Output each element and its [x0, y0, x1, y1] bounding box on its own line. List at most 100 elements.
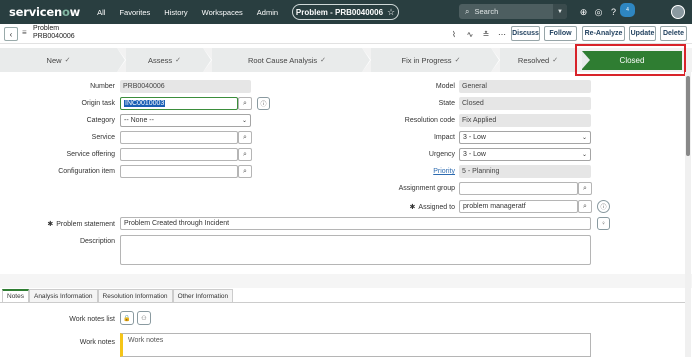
resolution-code-label: Resolution code — [404, 117, 455, 124]
problem-statement-field[interactable]: Problem Created through Incident — [120, 217, 591, 230]
record-pill-label: Problem - PRB0040006 — [295, 7, 384, 17]
service-field[interactable] — [120, 131, 238, 144]
search-icon[interactable]: ⌕ — [578, 200, 592, 213]
more-icon[interactable]: ⋯ — [494, 28, 510, 40]
tab-underline — [0, 302, 686, 303]
configuration-item-label: Configuration item — [58, 168, 115, 175]
search-icon[interactable]: ⌕ — [238, 148, 252, 161]
nav-icons: ⊕ ◎ ? ♫4 — [576, 3, 636, 19]
header-icons: ⌇ ∿ ≛ ⋯ — [446, 28, 510, 40]
service-label: Service — [91, 134, 115, 141]
menu-icon[interactable]: ≡ — [22, 28, 27, 37]
follow-button[interactable]: Follow — [544, 26, 577, 41]
chevron-down-icon: ⌄ — [581, 135, 587, 141]
origin-task-value: INC0010003 — [124, 100, 166, 107]
priority-label[interactable]: Priority — [380, 168, 455, 175]
model-field: General — [459, 80, 591, 93]
record-type: Problem — [33, 25, 60, 32]
back-button[interactable]: ‹ — [4, 27, 18, 41]
chevron-down-icon[interactable]: ▼ — [553, 4, 567, 19]
nav-admin[interactable]: Admin — [257, 8, 278, 17]
urgency-select[interactable]: 3 - Low ⌄ — [459, 148, 591, 161]
search-icon[interactable]: ⌕ — [238, 131, 252, 144]
avatar[interactable] — [671, 5, 685, 19]
search-icon[interactable]: ⌕ — [238, 97, 252, 110]
required-icon: ✱ — [47, 221, 54, 228]
help-icon[interactable]: ? — [606, 5, 621, 19]
work-notes-list-label: Work notes list — [69, 316, 115, 323]
delete-button[interactable]: Delete — [660, 26, 687, 41]
record-context-pill[interactable]: Problem - PRB0040006 ☆ — [292, 4, 399, 20]
service-offering-field[interactable] — [120, 148, 238, 161]
reanalyze-button[interactable]: Re-Analyze — [582, 26, 625, 41]
urgency-label: Urgency — [428, 151, 455, 158]
servicenow-logo[interactable]: servicenow — [9, 5, 80, 19]
paperclip-icon[interactable]: ⌇ — [446, 28, 462, 40]
lightbulb-icon[interactable]: ♀ — [597, 217, 610, 230]
search-icon[interactable]: ⌕ — [238, 165, 252, 178]
nav-all[interactable]: All — [97, 8, 105, 17]
star-icon[interactable]: ☆ — [387, 7, 395, 18]
search-placeholder: Search — [474, 7, 499, 16]
global-search[interactable]: ⌕ Search ▼ — [459, 4, 567, 19]
stage-label: Resolved — [517, 55, 550, 65]
model-label: Model — [435, 83, 455, 90]
nav-favorites[interactable]: Favorites — [119, 8, 150, 17]
search-icon[interactable]: ⌕ — [578, 182, 592, 195]
check-icon: ✓ — [64, 57, 71, 64]
update-button[interactable]: Update — [629, 26, 656, 41]
add-users-icon[interactable]: ⚇ — [137, 311, 151, 325]
info-icon[interactable]: ⓘ — [257, 97, 270, 110]
info-icon[interactable]: ⓘ — [597, 200, 610, 213]
assignment-group-field[interactable] — [459, 182, 578, 195]
nav-history[interactable]: History — [164, 8, 187, 17]
scope-icon[interactable]: ◎ — [591, 5, 606, 19]
section-tabs: Notes Analysis Information Resolution In… — [2, 289, 234, 302]
sliders-icon[interactable]: ≛ — [478, 28, 494, 40]
bell-icon[interactable]: ♫4 — [620, 3, 636, 19]
configuration-item-field[interactable] — [120, 165, 238, 178]
category-value: -- None -- — [124, 117, 154, 124]
urgency-value: 3 - Low — [463, 151, 486, 158]
impact-label: Impact — [433, 134, 455, 141]
nav-workspaces[interactable]: Workspaces — [202, 8, 243, 17]
work-notes-label: Work notes — [79, 339, 115, 346]
category-select[interactable]: -- None -- ⌄ — [120, 114, 251, 127]
search-icon: ⌕ — [465, 6, 470, 16]
impact-select[interactable]: 3 - Low ⌄ — [459, 131, 591, 144]
state-label: State — [438, 100, 455, 107]
tab-resolution-information[interactable]: Resolution Information — [97, 289, 173, 302]
stage-assess: Assess ✓ — [126, 48, 203, 72]
globe-icon[interactable]: ⊕ — [576, 5, 591, 19]
tab-notes[interactable]: Notes — [2, 289, 29, 302]
stage-fix-in-progress: Fix in Progress ✓ — [371, 48, 491, 72]
record-number: PRB0040006 — [33, 33, 75, 40]
priority-link[interactable]: Priority — [433, 168, 455, 175]
state-field: Closed — [459, 97, 591, 110]
required-icon: ✱ — [409, 204, 416, 211]
impact-value: 3 - Low — [463, 134, 486, 141]
work-notes-field[interactable]: Work notes — [120, 333, 591, 357]
discuss-button[interactable]: Discuss — [511, 26, 540, 41]
description-field[interactable] — [120, 235, 591, 265]
stage-label: Fix in Progress — [401, 55, 452, 65]
problem-statement-text: Problem statement — [56, 221, 115, 228]
lock-icon[interactable]: 🔒 — [120, 311, 134, 325]
stage-root-cause: Root Cause Analysis ✓ — [212, 48, 362, 72]
highlight-box — [575, 44, 686, 76]
resolution-code-field: Fix Applied — [459, 114, 591, 127]
assigned-to-field[interactable]: problem manageratf — [459, 200, 578, 213]
scrollbar[interactable] — [685, 72, 691, 357]
tab-analysis-information[interactable]: Analysis Information — [28, 289, 98, 302]
activity-icon[interactable]: ∿ — [462, 28, 478, 40]
assigned-to-label: ✱ Assigned to — [380, 203, 455, 211]
problem-statement-label: ✱ Problem statement — [20, 220, 115, 228]
service-offering-label: Service offering — [66, 151, 115, 158]
tab-other-information[interactable]: Other Information — [172, 289, 234, 302]
logo-text: servicenow — [9, 5, 81, 19]
top-nav: servicenow All Favorites History Workspa… — [0, 0, 692, 24]
scrollbar-thumb[interactable] — [686, 76, 690, 156]
chevron-down-icon: ⌄ — [581, 152, 587, 158]
origin-task-field[interactable]: INC0010003 — [120, 97, 238, 110]
check-icon: ✓ — [552, 57, 559, 64]
